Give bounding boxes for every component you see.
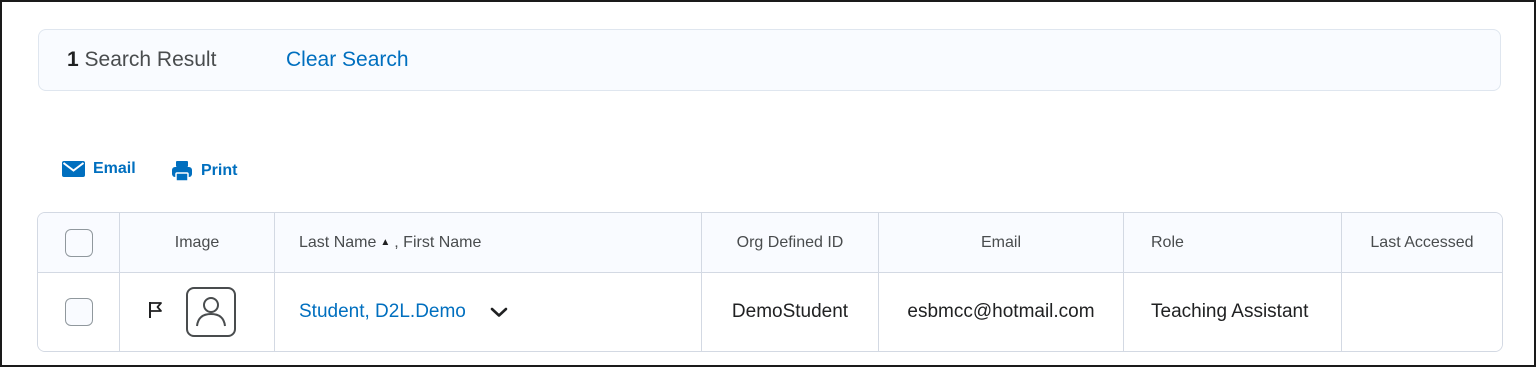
column-divider	[1123, 213, 1124, 351]
print-button-label: Print	[201, 162, 238, 179]
student-name-link[interactable]: Student, D2L.Demo	[299, 301, 466, 323]
header-email: Email	[879, 213, 1123, 272]
header-role: Role	[1124, 213, 1341, 272]
email-value: esbmcc@hotmail.com	[907, 301, 1095, 322]
header-select-cell	[38, 213, 119, 272]
row-checkbox[interactable]	[64, 298, 93, 326]
header-org-id-label[interactable]: Org Defined ID	[737, 234, 844, 252]
column-divider	[701, 213, 702, 351]
envelope-icon	[62, 161, 85, 177]
header-first-name-link[interactable]: , First Name	[394, 234, 481, 252]
print-button[interactable]: Print	[171, 160, 237, 182]
clear-search-link[interactable]: Clear Search	[286, 48, 409, 72]
role-value: Teaching Assistant	[1151, 301, 1309, 322]
row-role-cell: Teaching Assistant	[1124, 273, 1341, 351]
row-image-cell	[120, 273, 274, 351]
result-count-label: Search Result	[84, 48, 217, 71]
profile-avatar	[186, 287, 236, 337]
row-email-cell: esbmcc@hotmail.com	[879, 273, 1123, 351]
header-email-label[interactable]: Email	[981, 234, 1021, 252]
row-org-id-cell: DemoStudent	[702, 273, 878, 351]
classlist-table: Image Last Name ▲ , First Name Org Defin…	[37, 212, 1503, 352]
select-all-checkbox[interactable]	[64, 228, 93, 257]
printer-icon	[171, 160, 193, 182]
header-last-accessed-label[interactable]: Last Accessed	[1370, 234, 1473, 252]
column-divider	[274, 213, 275, 351]
org-id-value: DemoStudent	[731, 301, 849, 322]
column-divider	[119, 213, 120, 351]
email-button-label: Email	[93, 160, 136, 177]
row-select-cell	[38, 273, 119, 351]
column-divider	[878, 213, 879, 351]
result-count-number: 1	[67, 48, 79, 71]
header-last-name-link[interactable]: Last Name	[299, 234, 376, 252]
header-image-label: Image	[174, 233, 220, 251]
column-divider	[1341, 213, 1342, 351]
header-image: Image	[120, 213, 274, 272]
table-row: Student, D2L.Demo DemoStudent esbmcc@hot…	[38, 273, 1502, 351]
header-name: Last Name ▲ , First Name	[275, 213, 701, 272]
table-header-row: Image Last Name ▲ , First Name Org Defin…	[38, 213, 1502, 273]
header-role-label[interactable]: Role	[1151, 234, 1184, 252]
header-last-accessed: Last Accessed	[1342, 213, 1502, 272]
flag-icon[interactable]	[148, 301, 164, 324]
sort-ascending-icon: ▲	[380, 237, 391, 248]
email-button[interactable]: Email	[62, 160, 136, 178]
header-org-id: Org Defined ID	[702, 213, 878, 272]
chevron-down-icon[interactable]	[490, 306, 508, 318]
row-name-cell: Student, D2L.Demo	[275, 273, 701, 351]
user-silhouette-icon	[193, 292, 229, 333]
row-last-accessed-cell	[1342, 273, 1502, 351]
search-results-bar: 1 Search Result Clear Search	[38, 29, 1501, 91]
search-result-count: 1 Search Result	[67, 48, 216, 72]
